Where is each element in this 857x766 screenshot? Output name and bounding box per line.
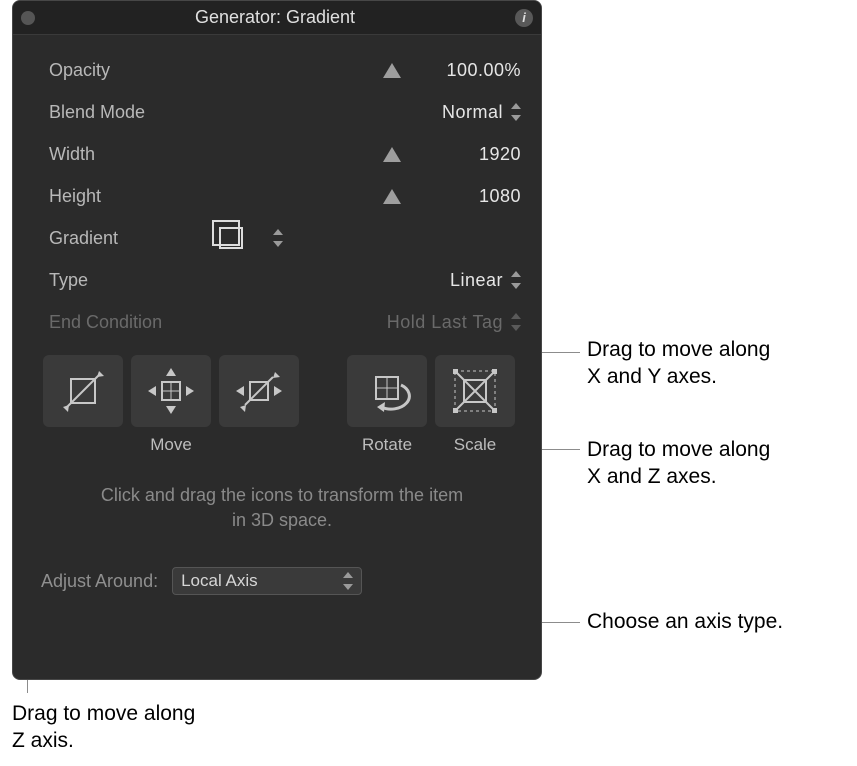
- move-xy-tool[interactable]: [131, 355, 211, 427]
- move-label: Move: [131, 435, 211, 455]
- callout-move-xz: Drag to move alongX and Z axes.: [587, 436, 770, 491]
- stepper-icon: [511, 313, 521, 331]
- callout-move-z: Drag to move alongZ axis.: [12, 700, 195, 755]
- label-blendmode: Blend Mode: [49, 102, 219, 123]
- callout-move-xy: Drag to move alongX and Y axes.: [587, 336, 770, 391]
- adjust-around-value: Local Axis: [181, 571, 258, 591]
- label-gradient: Gradient: [49, 228, 219, 249]
- rotate-tool[interactable]: [347, 355, 427, 427]
- value-type[interactable]: Linear: [450, 270, 503, 291]
- label-height: Height: [49, 186, 219, 207]
- blank-label: [43, 435, 123, 455]
- label-opacity: Opacity: [49, 60, 219, 81]
- value-height[interactable]: 1080: [403, 186, 521, 207]
- slider-height[interactable]: [219, 184, 403, 208]
- row-gradient: Gradient: [49, 217, 521, 259]
- gradient-well-icon[interactable]: [219, 227, 243, 249]
- adjust-around-select[interactable]: Local Axis: [172, 567, 362, 595]
- callout-axis-type: Choose an axis type.: [587, 608, 783, 635]
- close-button[interactable]: [21, 11, 35, 25]
- move-xz-tool[interactable]: [219, 355, 299, 427]
- slider-thumb-icon[interactable]: [383, 63, 401, 78]
- info-icon[interactable]: i: [515, 9, 533, 27]
- label-endcondition: End Condition: [49, 312, 219, 333]
- inspector-panel: Generator: Gradient i Opacity 100.00% Bl…: [12, 0, 542, 680]
- move-xz-icon: [233, 365, 285, 417]
- window-titlebar: Generator: Gradient i: [13, 1, 541, 35]
- scale-tool[interactable]: [435, 355, 515, 427]
- rotate-label: Rotate: [347, 435, 427, 455]
- stepper-icon[interactable]: [511, 103, 521, 121]
- row-type: Type Linear: [49, 259, 521, 301]
- move-z-icon: [57, 365, 109, 417]
- move-z-tool[interactable]: [43, 355, 123, 427]
- label-type: Type: [49, 270, 219, 291]
- row-endcondition: End Condition Hold Last Tag: [49, 301, 521, 343]
- value-opacity[interactable]: 100.00%: [403, 60, 521, 81]
- window-title: Generator: Gradient: [195, 7, 355, 28]
- slider-thumb-icon[interactable]: [383, 147, 401, 162]
- row-height: Height 1080: [49, 175, 521, 217]
- blank-label: [219, 435, 299, 455]
- value-width[interactable]: 1920: [403, 144, 521, 165]
- value-endcondition: Hold Last Tag: [387, 312, 503, 333]
- row-width: Width 1920: [49, 133, 521, 175]
- scale-label: Scale: [435, 435, 515, 455]
- row-opacity: Opacity 100.00%: [49, 49, 521, 91]
- adjust-around-label: Adjust Around:: [41, 571, 158, 592]
- value-blendmode[interactable]: Normal: [442, 102, 503, 123]
- transform-hint: Click and drag the icons to transform th…: [92, 483, 472, 533]
- label-width: Width: [49, 144, 219, 165]
- stepper-icon[interactable]: [273, 229, 283, 247]
- row-blendmode: Blend Mode Normal: [49, 91, 521, 133]
- stepper-icon[interactable]: [511, 271, 521, 289]
- slider-thumb-icon[interactable]: [383, 189, 401, 204]
- stepper-icon: [343, 572, 353, 590]
- slider-opacity[interactable]: [219, 58, 403, 82]
- scale-icon: [449, 365, 501, 417]
- move-xy-icon: [145, 365, 197, 417]
- slider-width[interactable]: [219, 142, 403, 166]
- rotate-icon: [361, 365, 413, 417]
